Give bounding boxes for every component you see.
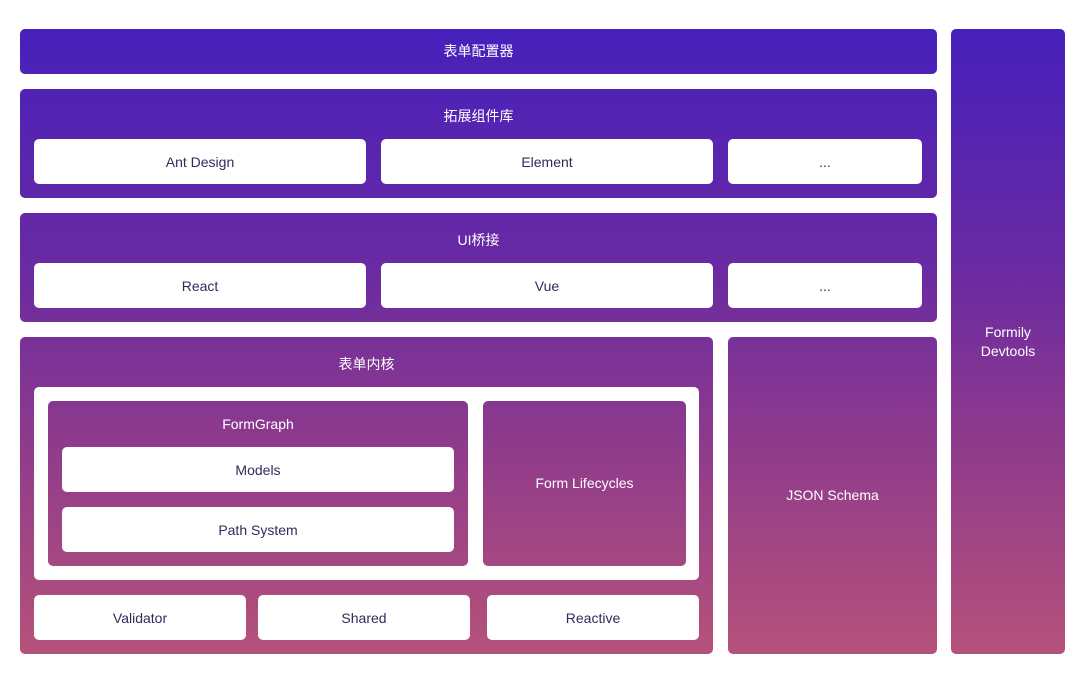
form-core-layer: 表单内核 FormGraph Models Path System Form L… [20, 337, 713, 654]
devtools-line1: Formily [985, 323, 1031, 340]
formgraph-path-system: Path System [62, 507, 454, 552]
layer-title: 表单配置器 [443, 43, 514, 59]
layer-title: 表单内核 [338, 356, 395, 372]
form-lifecycles-block: Form Lifecycles [483, 401, 686, 566]
formgraph-title: FormGraph [222, 416, 294, 432]
formgraph-block: FormGraph Models Path System [48, 401, 468, 566]
layer-title: JSON Schema [786, 487, 879, 503]
form-configurator-layer: 表单配置器 [20, 29, 937, 74]
component-ant-design: Ant Design [34, 139, 366, 184]
core-validator: Validator [34, 595, 246, 640]
bridge-react: React [34, 263, 366, 308]
core-reactive: Reactive [487, 595, 699, 640]
formgraph-models: Models [62, 447, 454, 492]
core-shared: Shared [258, 595, 470, 640]
devtools-layer: Formily Devtools [951, 29, 1065, 654]
component-element: Element [381, 139, 713, 184]
bridge-more: ... [728, 263, 922, 308]
ui-bridge-layer: UI桥接 React Vue ... [20, 213, 937, 322]
layer-title: UI桥接 [457, 232, 500, 248]
bridge-vue: Vue [381, 263, 713, 308]
component-more: ... [728, 139, 922, 184]
json-schema-layer: JSON Schema [728, 337, 937, 654]
lifecycles-label: Form Lifecycles [535, 475, 634, 491]
layer-title: 拓展组件库 [443, 108, 514, 124]
devtools-line2: Devtools [980, 342, 1036, 359]
extension-components-layer: 拓展组件库 Ant Design Element ... [20, 89, 937, 198]
